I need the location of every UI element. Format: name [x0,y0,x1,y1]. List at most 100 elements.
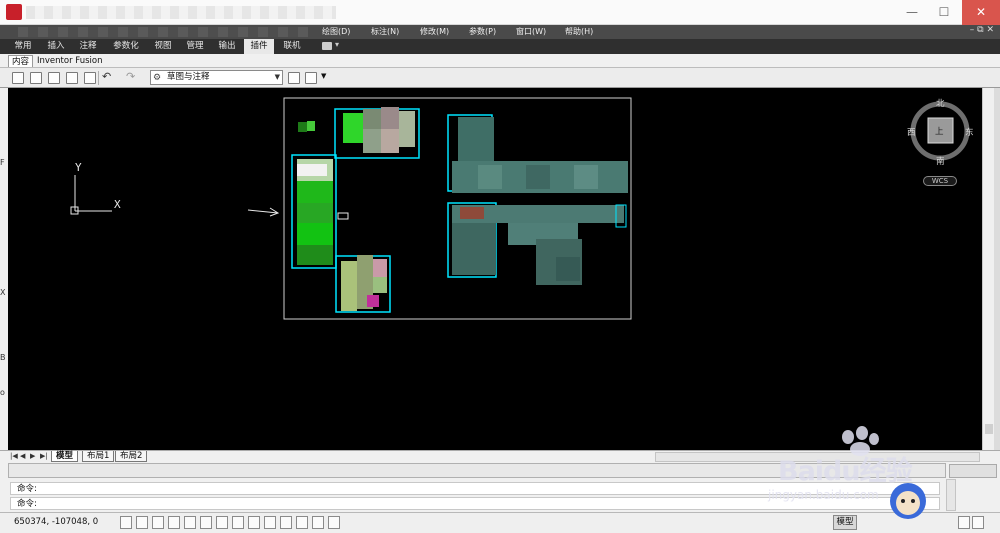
first-layout-icon[interactable]: |◀ [10,452,18,460]
viewcube[interactable]: 北 南 东 西 上 WCS [903,89,983,189]
compass-west-label[interactable]: 西 [907,126,916,138]
ucs-x-label: X [114,198,121,211]
wcs-menu[interactable]: WCS [923,176,957,186]
menu-draw[interactable]: 绘图(D) [322,26,350,37]
menu-help[interactable]: 帮助(H) [565,26,593,37]
ortho-icon[interactable] [152,516,164,529]
tab-view[interactable]: 视图 [150,39,176,54]
drawing-canvas[interactable]: Y X 北 南 东 西 上 WCS [8,89,992,448]
next-layout-icon[interactable]: ▶ [30,452,35,460]
menu-window[interactable]: 窗口(W) [516,26,546,37]
edge-fragment: X [0,288,6,297]
print-icon[interactable] [84,72,96,84]
ribbon-panel-bar: 内容 Inventor Fusion [0,54,1000,68]
workspace-dropdown[interactable]: ⚙ 草图与注释 ▼ [150,70,283,85]
vertical-scrollbar[interactable] [982,88,994,450]
edge-fragment: F [0,158,5,167]
command-window-header [8,463,946,478]
compass-north-label[interactable]: 北 [936,97,945,109]
floor-plan-left-group [291,107,420,313]
transparency-icon[interactable] [264,516,276,529]
snap-icon[interactable] [120,516,132,529]
status-menu-icon[interactable] [958,516,970,529]
dyn-icon[interactable] [232,516,244,529]
menu-obscured-region [18,27,308,37]
save-icon[interactable] [48,72,60,84]
new-file-icon[interactable] [12,72,24,84]
last-layout-icon[interactable]: ▶| [40,452,48,460]
model-toggle-button[interactable]: 模型 [833,515,857,530]
save-as-icon[interactable] [66,72,78,84]
command-window: 命令: 命令: [0,462,1000,512]
panel-tab-inventor-fusion[interactable]: Inventor Fusion [34,55,105,67]
command-input[interactable]: 命令: [10,497,940,510]
menu-bar: 绘图(D) 标注(N) 修改(M) 参数(P) 窗口(W) 帮助(H) – ⧉ … [0,25,1000,39]
edge-fragment: o [0,388,5,397]
annotation-monitor-icon[interactable] [312,516,324,529]
autocad-app-icon[interactable] [6,4,22,20]
otrack-icon[interactable] [200,516,212,529]
chevron-down-icon[interactable]: ▾ [335,40,339,49]
title-bar: — ☐ ✕ [0,0,1000,25]
ucs-icon [70,175,112,215]
layer-icon[interactable] [288,72,300,84]
osnap-icon[interactable] [184,516,196,529]
clean-screen-icon[interactable] [972,516,984,529]
status-bar: 650374, -107048, 0 模型 [0,512,1000,533]
minimize-button[interactable]: — [898,0,926,25]
tab-output[interactable]: 输出 [214,39,240,54]
tab-online[interactable]: 联机 [279,39,305,54]
tab-layout2[interactable]: 布局2 [115,451,148,462]
polar-icon[interactable] [168,516,180,529]
ucs-y-label: Y [75,161,82,174]
left-edge-panel: F X B o [0,88,8,450]
status-tray[interactable] [949,464,997,478]
quick-properties-icon[interactable] [280,516,292,529]
viewcube-top-face[interactable]: 上 [935,125,944,137]
tab-home[interactable]: 常用 [10,39,36,54]
panel-tab-content[interactable]: 内容 [8,55,34,67]
selection-cycling-icon[interactable] [296,516,308,529]
redo-icon[interactable]: ↷ [126,70,138,83]
gear-icon: ⚙ [153,73,162,83]
workspace-label: 草图与注释 [167,72,210,82]
quick-access-toolbar: ↶ ↷ ⚙ 草图与注释 ▼ ▼ [0,68,1000,88]
canvas-drawing-layer [70,97,632,320]
undo-icon[interactable]: ↶ [102,70,114,83]
tab-layout1[interactable]: 布局1 [82,451,115,462]
scroll-thumb[interactable] [985,424,993,434]
title-obscured-region [26,6,336,19]
document-window-controls[interactable]: – ⧉ ✕ [970,25,994,35]
tab-annotate[interactable]: 注释 [75,39,101,54]
tab-manage[interactable]: 管理 [182,39,208,54]
ribbon-tab-bar: 常用 插入 注释 参数化 视图 管理 输出 插件 联机 ▾ [0,39,1000,54]
customize-arrow-icon[interactable]: ▼ [321,72,326,80]
close-button[interactable]: ✕ [962,0,1000,25]
tab-parametric[interactable]: 参数化 [108,39,144,54]
right-edge-panel [994,88,1000,450]
command-history-line: 命令: [10,482,940,495]
grid-icon[interactable] [136,516,148,529]
model-space-icon[interactable] [328,516,340,529]
lineweight-icon[interactable] [248,516,260,529]
tab-plugins[interactable]: 插件 [244,39,274,54]
video-camera-icon[interactable] [322,42,332,50]
menu-parametric[interactable]: 参数(P) [469,26,496,37]
compass-east-label[interactable]: 东 [965,126,974,138]
cursor-coordinates[interactable]: 650374, -107048, 0 [14,517,98,527]
maximize-button[interactable]: ☐ [930,0,958,25]
menu-modify[interactable]: 修改(M) [420,26,449,37]
menu-dimension[interactable]: 标注(N) [371,26,399,37]
open-file-icon[interactable] [30,72,42,84]
tab-model[interactable]: 模型 [51,451,79,462]
compass-south-label[interactable]: 南 [936,155,945,167]
command-scrollbar[interactable] [946,479,956,511]
tab-insert[interactable]: 插入 [43,39,69,54]
floor-plan-right-group [447,114,628,285]
annotation-arrow [247,207,280,217]
prev-layout-icon[interactable]: ◀ [20,452,25,460]
ducs-icon[interactable] [216,516,228,529]
horizontal-scrollbar[interactable] [655,452,980,462]
properties-icon[interactable] [305,72,317,84]
toolbar-separator [98,71,99,85]
